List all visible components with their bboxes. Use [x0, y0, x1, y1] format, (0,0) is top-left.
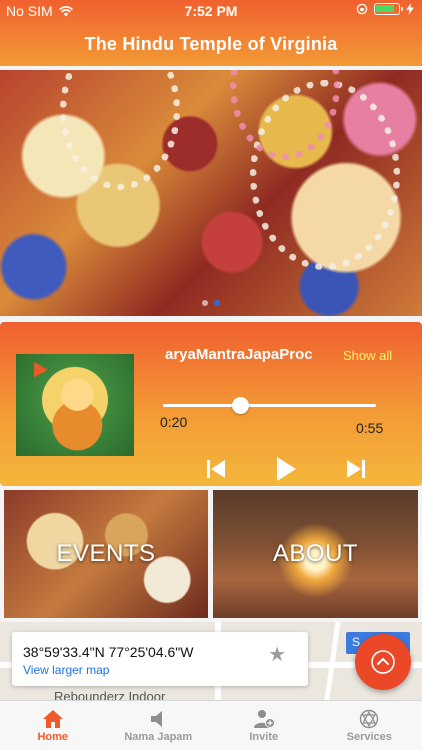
track-title: aryaMantraJapaProc	[165, 346, 313, 363]
app-screen: No SIM 7:52 PM The Hindu Temple of Virgi…	[0, 0, 422, 750]
total-time: 0:55	[356, 420, 384, 436]
map-info-card: 38°59'33.4"N 77°25'04.6"W View larger ma…	[12, 632, 308, 686]
tab-label: Nama Japam	[124, 731, 193, 743]
events-tile[interactable]: EVENTS	[4, 490, 208, 618]
scroll-up-button[interactable]	[355, 634, 411, 690]
progress-slider[interactable]	[163, 397, 376, 414]
map-road	[324, 622, 341, 700]
chakra-icon	[360, 709, 379, 729]
add-user-icon	[253, 710, 275, 728]
progress-knob[interactable]	[231, 397, 249, 414]
hero-garland-left	[60, 70, 180, 190]
chevron-up-icon	[371, 650, 395, 674]
carousel-indicator	[0, 300, 422, 306]
album-art	[16, 354, 134, 456]
bottom-tab-bar: Home Nama Japam Invite Services	[0, 700, 422, 750]
speaker-icon	[151, 711, 163, 727]
elapsed-time: 0:20	[160, 414, 188, 430]
tab-services[interactable]: Services	[317, 701, 422, 750]
play-icon[interactable]	[275, 456, 297, 482]
about-tile[interactable]: ABOUT	[213, 490, 418, 618]
battery-icon	[374, 3, 403, 15]
orientation-lock-icon	[356, 3, 368, 15]
tab-label: Services	[346, 731, 392, 743]
status-right	[356, 3, 414, 15]
page-title: The Hindu Temple of Virginia	[84, 34, 338, 54]
next-track-icon[interactable]	[345, 458, 367, 480]
events-tile-label: EVENTS	[56, 540, 156, 567]
tab-label: Invite	[249, 731, 279, 743]
tab-label: Home	[37, 731, 69, 743]
view-larger-map-link[interactable]: View larger map	[23, 663, 109, 677]
tab-invite[interactable]: Invite	[211, 701, 317, 750]
progress-fill	[163, 404, 240, 407]
tab-home[interactable]: Home	[0, 701, 106, 750]
hero-carousel[interactable]	[0, 70, 422, 316]
map-coordinates: 38°59'33.4"N 77°25'04.6"W	[23, 644, 194, 660]
show-all-link[interactable]: Show all	[343, 348, 392, 363]
carousel-dot-active	[214, 300, 220, 306]
about-tile-label: ABOUT	[272, 540, 359, 567]
home-icon	[42, 710, 63, 728]
carousel-dot	[202, 300, 208, 306]
tab-nama-japam[interactable]: Nama Japam	[106, 701, 212, 750]
charging-icon	[406, 3, 414, 15]
header-bar: No SIM 7:52 PM The Hindu Temple of Virgi…	[0, 0, 422, 66]
save-star-icon[interactable]: ★	[268, 642, 286, 667]
status-bar: No SIM 7:52 PM	[0, 0, 422, 22]
previous-track-icon[interactable]	[205, 458, 227, 480]
